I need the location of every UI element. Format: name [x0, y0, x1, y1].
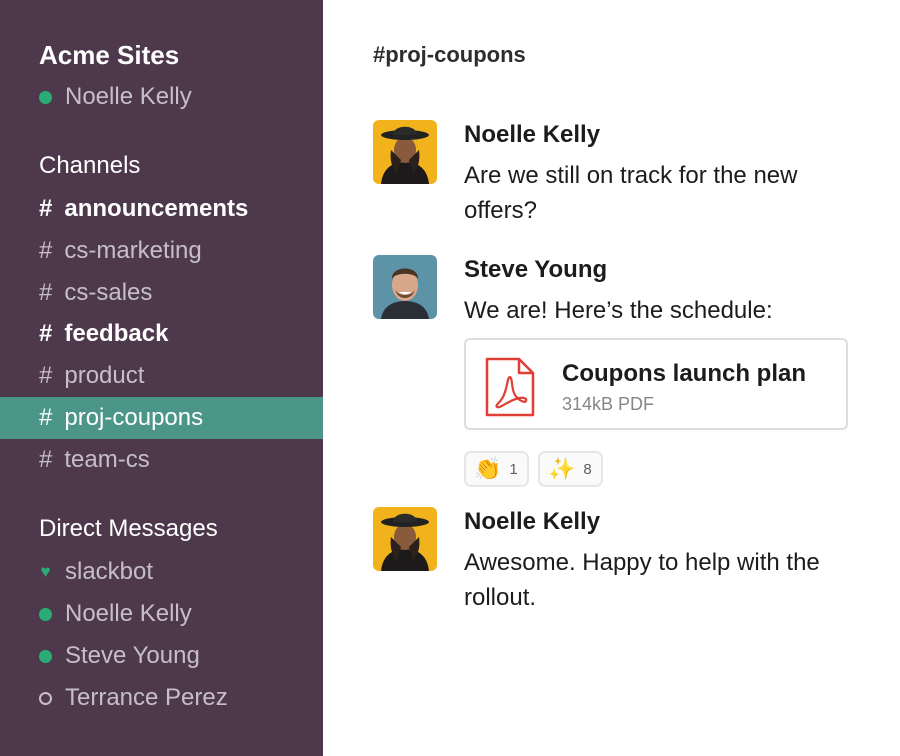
message-pane: #proj-coupons Noelle Kelly Are we still … [323, 0, 900, 756]
current-user[interactable]: Noelle Kelly [39, 83, 192, 111]
avatar[interactable] [373, 120, 437, 184]
channel-label: team-cs [64, 446, 150, 473]
reaction-count: 1 [509, 460, 518, 478]
channel-label: proj-coupons [64, 404, 204, 431]
pdf-icon [483, 357, 537, 422]
hash-icon: # [39, 320, 53, 347]
channel-label: feedback [64, 320, 169, 347]
channels-heading[interactable]: Channels [39, 152, 140, 180]
channel-title[interactable]: #proj-coupons [373, 42, 526, 68]
sidebar: Acme Sites Noelle Kelly Channels # annou… [0, 0, 323, 756]
message-text: Are we still on track for the new offers… [464, 162, 798, 224]
sidebar-dm-slackbot[interactable]: ♥ slackbot [39, 558, 153, 586]
sidebar-dm-steve-young[interactable]: Steve Young [39, 642, 200, 670]
file-attachment[interactable]: Coupons launch plan 314kB PDF [464, 338, 848, 430]
channel-label: cs-marketing [64, 237, 202, 264]
file-meta: 314kB PDF [562, 394, 655, 414]
dm-label: Terrance Perez [65, 684, 228, 711]
hash-icon: # [39, 362, 53, 389]
message-text: We are! Here’s the schedule: [464, 297, 773, 324]
app-window: Acme Sites Noelle Kelly Channels # annou… [0, 0, 900, 756]
reaction-clap[interactable]: 👏 1 [464, 451, 529, 487]
hash-icon: # [39, 404, 53, 431]
sidebar-channel-team-cs[interactable]: # team-cs [0, 439, 323, 481]
avatar[interactable] [373, 507, 437, 571]
hash-icon: # [39, 446, 53, 473]
sidebar-channel-cs-marketing[interactable]: # cs-marketing [0, 230, 323, 272]
sidebar-dm-terrance-perez[interactable]: Terrance Perez [39, 684, 228, 712]
sidebar-channel-proj-coupons[interactable]: # proj-coupons [0, 397, 323, 439]
message-author[interactable]: Steve Young [464, 256, 607, 284]
online-status-icon [39, 90, 52, 104]
sidebar-channel-product[interactable]: # product [0, 355, 323, 397]
channel-label: announcements [64, 195, 249, 222]
online-status-icon [39, 649, 52, 663]
channel-label: cs-sales [64, 279, 153, 306]
reaction-sparkles[interactable]: ✨ 8 [538, 451, 603, 487]
workspace-name[interactable]: Acme Sites [39, 40, 179, 71]
message-author[interactable]: Noelle Kelly [464, 121, 600, 149]
clap-emoji-icon: 👏 [474, 456, 502, 481]
sidebar-channel-cs-sales[interactable]: # cs-sales [0, 272, 323, 314]
away-status-icon [39, 691, 52, 705]
direct-messages-heading[interactable]: Direct Messages [39, 515, 218, 543]
online-status-icon [39, 607, 52, 621]
channel-label: product [64, 362, 145, 389]
dm-label: Noelle Kelly [65, 600, 192, 627]
hash-icon: # [39, 195, 53, 222]
file-name: Coupons launch plan [562, 360, 806, 387]
message-author[interactable]: Noelle Kelly [464, 508, 600, 536]
current-user-name: Noelle Kelly [65, 83, 192, 110]
dm-label: slackbot [65, 558, 154, 585]
reaction-count: 8 [583, 460, 592, 478]
avatar[interactable] [373, 255, 437, 319]
sidebar-channel-announcements[interactable]: # announcements [0, 188, 323, 230]
heart-icon: ♥ [40, 562, 51, 581]
message-text: Awesome. Happy to help with the rollout. [464, 549, 820, 611]
sidebar-dm-noelle-kelly[interactable]: Noelle Kelly [39, 600, 192, 628]
hash-icon: # [39, 237, 53, 264]
sidebar-channel-feedback[interactable]: # feedback [0, 313, 323, 355]
dm-label: Steve Young [65, 642, 200, 669]
sparkles-emoji-icon: ✨ [548, 456, 576, 481]
hash-icon: # [39, 279, 53, 306]
